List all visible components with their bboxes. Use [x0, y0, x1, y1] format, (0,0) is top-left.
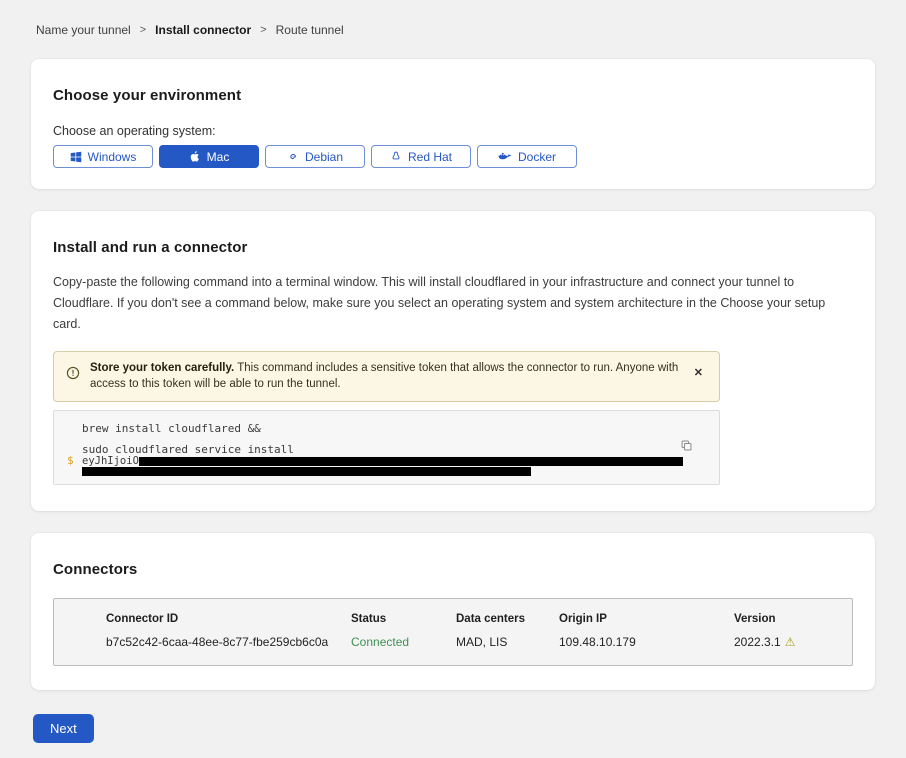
breadcrumb-name-your-tunnel[interactable]: Name your tunnel [36, 23, 131, 37]
breadcrumb-install-connector[interactable]: Install connector [155, 23, 251, 37]
os-button-docker[interactable]: Docker [477, 145, 577, 168]
install-command-block: $ brew install cloudflared && sudo cloud… [53, 410, 720, 485]
os-button-label: Red Hat [408, 150, 452, 164]
connectors-table-header: Connector ID Status Data centers Origin … [106, 613, 836, 625]
redacted-token-bar [139, 457, 683, 466]
warning-close-button[interactable]: ✕ [690, 368, 707, 379]
choose-environment-card: Choose your environment Choose an operat… [31, 59, 875, 189]
copy-command-button[interactable] [678, 437, 695, 457]
data-centers-value: MAD, LIS [456, 635, 559, 649]
next-button[interactable]: Next [33, 714, 94, 743]
docker-icon [498, 151, 512, 162]
apple-icon [189, 150, 201, 163]
column-header-data-centers: Data centers [456, 613, 559, 625]
os-button-redhat[interactable]: Red Hat [371, 145, 471, 168]
windows-icon [70, 151, 82, 163]
connectors-card-title: Connectors [53, 561, 853, 578]
redhat-icon [390, 150, 402, 163]
token-warning-title: Store your token carefully. [90, 362, 234, 374]
breadcrumb: Name your tunnel > Install connector > R… [0, 0, 906, 37]
install-card-title: Install and run a connector [53, 239, 853, 256]
redacted-token-bar [82, 467, 531, 476]
token-warning-banner: Store your token carefully. This command… [53, 351, 720, 402]
alert-circle-icon [66, 366, 80, 385]
column-header-status: Status [351, 613, 456, 625]
breadcrumb-separator: > [260, 24, 266, 36]
version-number: 2022.3.1 [734, 635, 781, 649]
debian-icon [287, 151, 299, 163]
os-select-label: Choose an operating system: [53, 124, 853, 138]
column-header-origin-ip: Origin IP [559, 613, 734, 625]
breadcrumb-route-tunnel[interactable]: Route tunnel [276, 23, 344, 37]
breadcrumb-separator: > [140, 24, 146, 36]
command-token-line: eyJhIjoiO [82, 456, 679, 466]
os-button-group: Windows Mac Debian [53, 145, 853, 168]
version-value: 2022.3.1 ⚠ [734, 635, 836, 649]
status-badge: Connected [351, 635, 456, 649]
token-warning-text: Store your token carefully. This command… [90, 361, 680, 392]
connector-id-value: b7c52c42-6caa-48ee-8c77-fbe259cb6c0a [106, 635, 351, 649]
os-button-label: Mac [207, 150, 230, 164]
version-warning-icon: ⚠ [785, 635, 796, 649]
origin-ip-value: 109.48.10.179 [559, 635, 734, 649]
environment-card-title: Choose your environment [53, 87, 853, 104]
column-header-connector-id: Connector ID [106, 613, 351, 625]
command-token-line-2 [82, 466, 679, 476]
os-button-debian[interactable]: Debian [265, 145, 365, 168]
terminal-prompt: $ [67, 454, 74, 467]
connectors-card: Connectors Connector ID Status Data cent… [31, 533, 875, 690]
os-button-label: Docker [518, 150, 556, 164]
command-line-2: sudo cloudflared service install [82, 443, 679, 456]
table-row: b7c52c42-6caa-48ee-8c77-fbe259cb6c0a Con… [106, 635, 836, 649]
connectors-table: Connector ID Status Data centers Origin … [53, 598, 853, 666]
os-button-mac[interactable]: Mac [159, 145, 259, 168]
copy-icon [680, 440, 693, 455]
os-button-label: Windows [88, 150, 137, 164]
os-button-label: Debian [305, 150, 343, 164]
command-line-1: brew install cloudflared && [82, 422, 679, 435]
install-description: Copy-paste the following command into a … [53, 272, 853, 335]
install-connector-card: Install and run a connector Copy-paste t… [31, 211, 875, 511]
os-button-windows[interactable]: Windows [53, 145, 153, 168]
column-header-version: Version [734, 613, 836, 625]
